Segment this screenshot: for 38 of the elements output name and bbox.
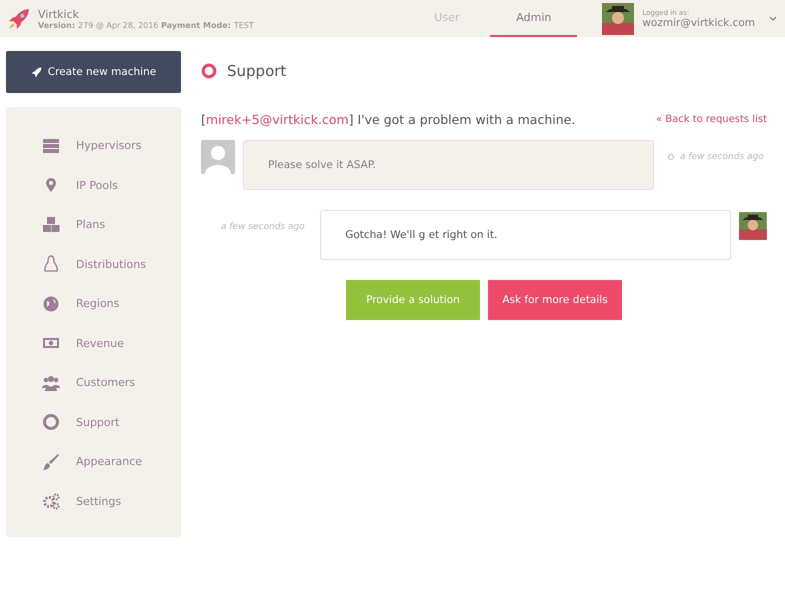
- caret-icon[interactable]: [769, 16, 777, 22]
- rocket-icon: [30, 66, 42, 78]
- lifebuoy-icon: [201, 63, 217, 79]
- sidebar-item[interactable]: Support: [6, 402, 181, 442]
- brush-icon: [42, 452, 60, 471]
- sidebar-item[interactable]: Customers: [6, 363, 181, 402]
- sidebar-item[interactable]: Hypervisors: [6, 126, 181, 166]
- nav-tab[interactable]: User: [403, 0, 490, 37]
- sidebar-item[interactable]: Settings: [6, 482, 181, 521]
- sidebar-item[interactable]: IP Pools: [6, 166, 181, 205]
- status-dot-icon: [668, 154, 674, 160]
- sidebar-item[interactable]: Plans: [6, 205, 181, 244]
- avatar-icon: [201, 140, 235, 174]
- action-button[interactable]: Provide a solution: [346, 280, 480, 320]
- ticket-subject: [mirek+5@virtkick.com] I've got a problem with a machine.: [201, 112, 576, 127]
- sidebar-item[interactable]: Regions: [6, 284, 181, 324]
- users-icon: [42, 374, 60, 392]
- rocket-logo-icon: [8, 8, 30, 30]
- sidebar-item[interactable]: Distributions: [6, 244, 181, 284]
- back-link[interactable]: « Back to requests list: [656, 114, 767, 125]
- action-button[interactable]: Ask for more details: [488, 280, 622, 320]
- cubes-icon: [42, 216, 60, 234]
- sidebar-item[interactable]: Revenue: [6, 324, 181, 363]
- page-title: Support: [227, 62, 286, 80]
- version-info: Version: 279 @ Apr 28, 2016 Payment Mode: TEST: [38, 20, 254, 30]
- nav-tab[interactable]: Admin: [490, 0, 578, 37]
- message-time: a few seconds ago: [680, 152, 764, 162]
- server-stack-icon: [42, 136, 60, 155]
- globe-icon: [42, 294, 60, 313]
- create-machine-button[interactable]: Create new machine: [6, 51, 181, 93]
- message-time: a few seconds ago: [221, 222, 306, 232]
- sidebar-item[interactable]: Appearance: [6, 442, 181, 482]
- lifebuoy-icon: [42, 413, 60, 432]
- requester-email-link[interactable]: mirek+5@virtkick.com: [206, 112, 349, 127]
- app-name: Virtkick: [38, 8, 80, 20]
- message-bubble: Please solve it ASAP.: [243, 140, 654, 190]
- message-bubble: Gotcha! We'll g et right on it.: [320, 210, 732, 260]
- account-email[interactable]: wozmir@virtkick.com: [642, 16, 755, 28]
